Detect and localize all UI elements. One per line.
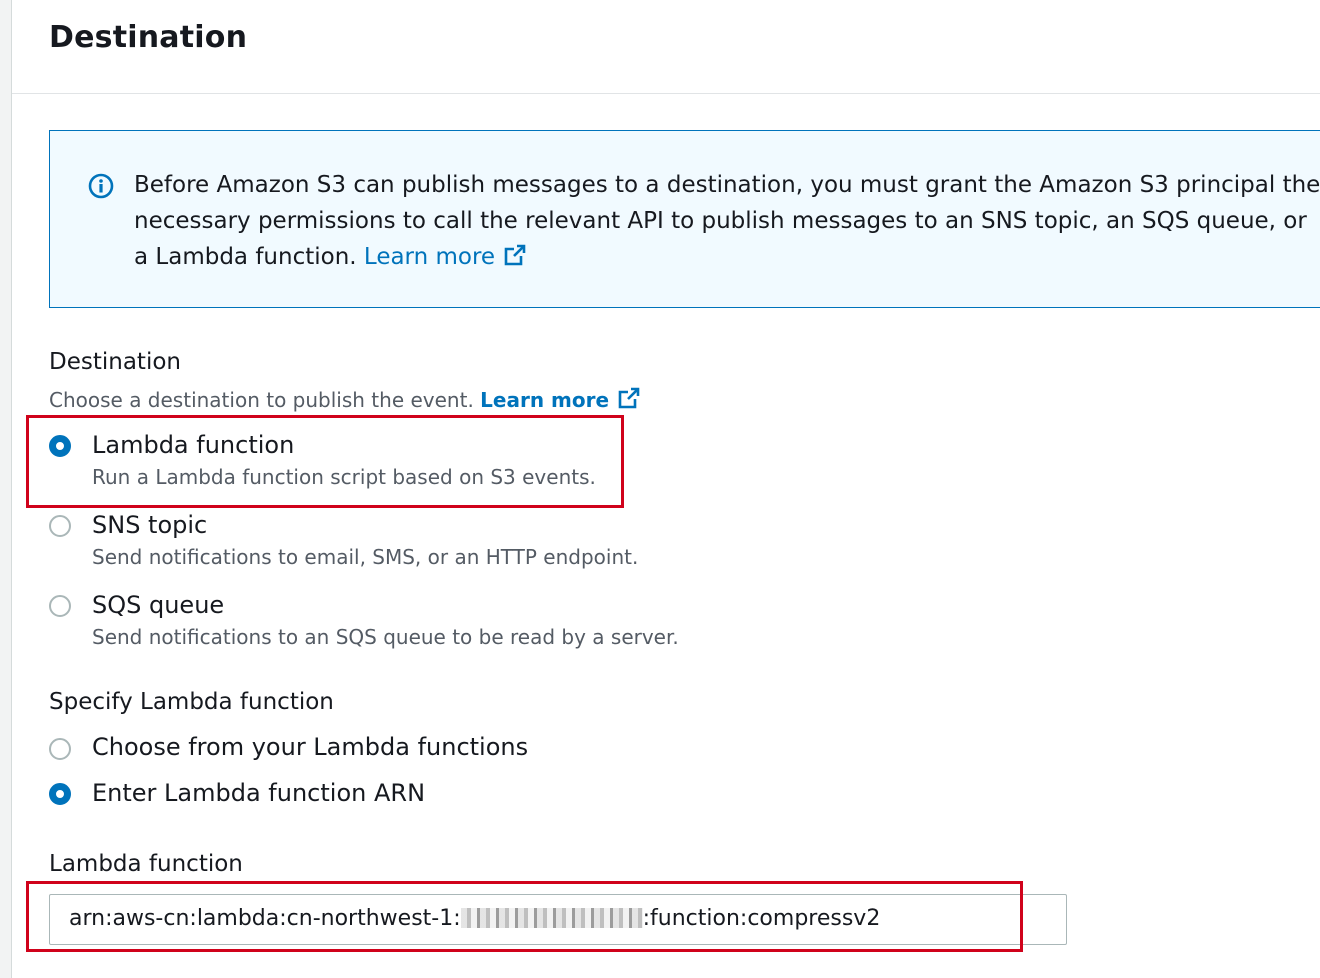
info-text: Before Amazon S3 can publish messages to… bbox=[134, 172, 1320, 270]
option-title: Choose from your Lambda functions bbox=[92, 733, 529, 761]
radio-enter-arn[interactable] bbox=[49, 783, 71, 805]
info-learn-more-link[interactable]: Learn more bbox=[364, 244, 527, 270]
info-alert: Before Amazon S3 can publish messages to… bbox=[49, 130, 1320, 308]
option-title: Enter Lambda function ARN bbox=[92, 779, 426, 807]
radio-sns-topic[interactable] bbox=[49, 515, 71, 537]
destination-learn-more-link[interactable]: Learn more bbox=[480, 387, 641, 412]
radio-sqs-queue[interactable] bbox=[49, 595, 71, 617]
option-description: Send notifications to an SQS queue to be… bbox=[92, 625, 679, 649]
option-title: SQS queue bbox=[92, 591, 225, 619]
highlight-box bbox=[26, 881, 1023, 952]
panel-title: Destination bbox=[49, 20, 248, 55]
info-message: Before Amazon S3 can publish messages to… bbox=[134, 167, 1320, 275]
option-description: Send notifications to email, SMS, or an … bbox=[92, 545, 639, 569]
radio-choose-lambda[interactable] bbox=[49, 738, 71, 760]
option-title: SNS topic bbox=[92, 511, 208, 539]
lambda-function-label: Lambda function bbox=[49, 851, 243, 877]
highlight-box bbox=[26, 415, 624, 508]
specify-lambda-label: Specify Lambda function bbox=[49, 689, 334, 715]
external-link-icon bbox=[618, 387, 640, 409]
destination-description: Choose a destination to publish the even… bbox=[49, 386, 641, 412]
destination-label: Destination bbox=[49, 349, 181, 375]
panel-header: Destination bbox=[12, 0, 1320, 94]
info-icon bbox=[88, 173, 114, 199]
external-link-icon bbox=[504, 244, 526, 266]
destination-panel: Destination Before Amazon S3 can publish… bbox=[11, 0, 1320, 978]
